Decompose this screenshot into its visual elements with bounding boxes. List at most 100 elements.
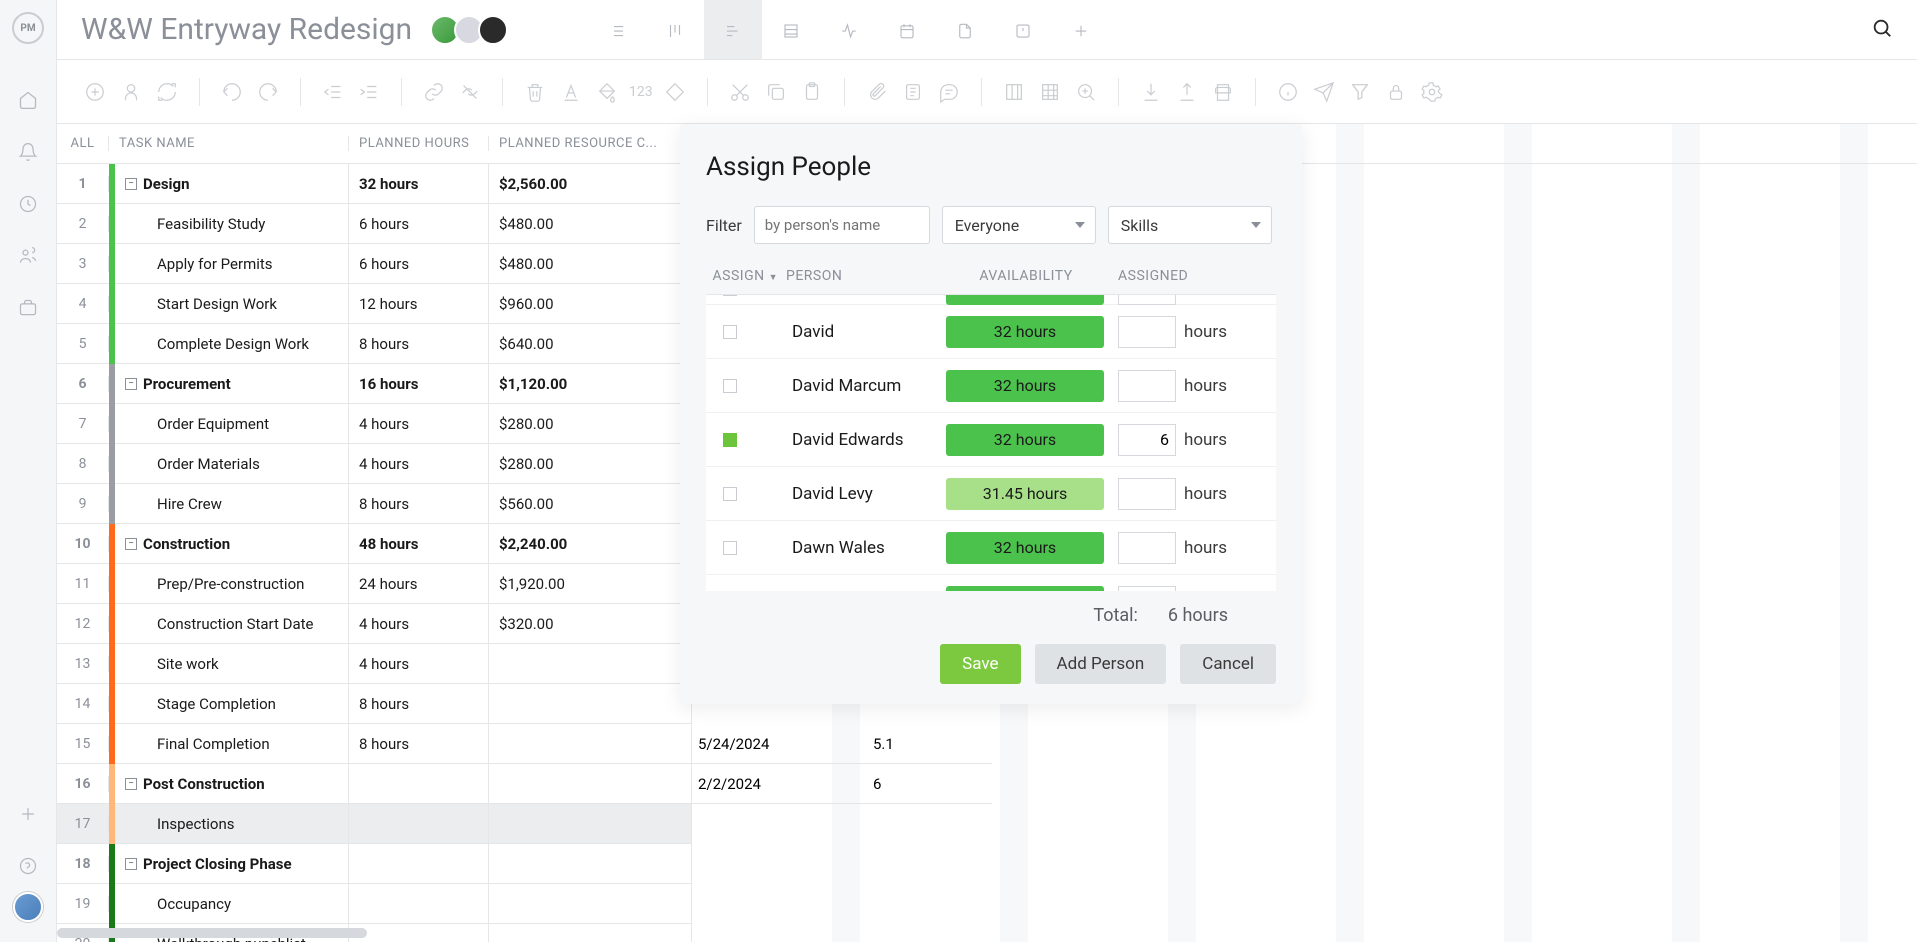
hours-input[interactable] [1118,532,1176,564]
assign-checkbox[interactable] [710,541,750,555]
hours-cell[interactable]: 6 hours [349,244,489,283]
text-color-icon[interactable] [557,78,585,106]
task-name-cell[interactable]: Start Design Work [115,284,349,323]
table-row[interactable]: 1 − Design 32 hours $2,560.00 [57,164,691,204]
filter-icon[interactable] [1346,78,1374,106]
export-icon[interactable] [1173,78,1201,106]
board-view-tab[interactable] [646,0,704,59]
table-row[interactable]: 15 Final Completion 8 hours [57,724,691,764]
diamond-icon[interactable] [661,78,689,106]
task-name-cell[interactable]: Site work [115,644,349,683]
hours-cell[interactable] [349,924,489,942]
assign-checkbox[interactable] [710,433,750,447]
table-row[interactable]: 17 Inspections [57,804,691,844]
hours-cell[interactable] [349,844,489,883]
hours-cell[interactable]: 8 hours [349,724,489,763]
person-row[interactable]: David 32 hours hours [706,305,1276,359]
send-icon[interactable] [1310,78,1338,106]
print-icon[interactable] [1209,78,1237,106]
collapse-icon[interactable]: − [125,778,137,790]
cost-cell[interactable]: $560.00 [489,495,691,513]
columns-icon[interactable] [1000,78,1028,106]
cost-cell[interactable]: $280.00 [489,415,691,433]
copy-icon[interactable] [762,78,790,106]
table-row[interactable]: 14 Stage Completion 8 hours [57,684,691,724]
table-row[interactable]: 6 − Procurement 16 hours $1,120.00 [57,364,691,404]
table-row[interactable]: 3 Apply for Permits 6 hours $480.00 [57,244,691,284]
undo-icon[interactable] [218,78,246,106]
col-person[interactable]: PERSON [786,268,944,284]
list-view-tab[interactable] [588,0,646,59]
horizontal-scrollbar[interactable] [57,928,367,938]
collapse-icon[interactable]: − [125,858,137,870]
collapse-icon[interactable]: − [125,178,137,190]
hours-cell[interactable]: 4 hours [349,404,489,443]
task-name-cell[interactable]: Apply for Permits [115,244,349,283]
assign-checkbox[interactable] [710,379,750,393]
hours-cell[interactable]: 16 hours [349,364,489,403]
filter-input[interactable] [754,206,930,244]
lock-icon[interactable] [1382,78,1410,106]
hours-input[interactable] [1118,586,1176,592]
grid-icon[interactable] [1036,78,1064,106]
table-row[interactable]: 7 Order Equipment 4 hours $280.00 [57,404,691,444]
hours-cell[interactable] [349,884,489,923]
hours-input[interactable] [1118,478,1176,510]
skills-select[interactable]: Skills [1108,206,1272,244]
add-person-button[interactable]: Add Person [1035,644,1167,684]
task-name-cell[interactable]: − Post Construction [115,764,349,803]
plus-icon[interactable] [16,802,40,826]
table-row[interactable]: 16 − Post Construction [57,764,691,804]
gantt-view-tab[interactable] [704,0,762,59]
table-row[interactable]: 9 Hire Crew 8 hours $560.00 [57,484,691,524]
col-availability[interactable]: AVAILABILITY [944,268,1108,284]
cost-cell[interactable]: $480.00 [489,215,691,233]
import-icon[interactable] [1137,78,1165,106]
task-name-cell[interactable]: − Project Closing Phase [115,844,349,883]
table-row[interactable]: 4 Start Design Work 12 hours $960.00 [57,284,691,324]
note-icon[interactable] [899,78,927,106]
col-assigned[interactable]: ASSIGNED [1108,268,1276,284]
assign-checkbox[interactable] [710,294,750,296]
sheet-view-tab[interactable] [762,0,820,59]
comment-icon[interactable] [935,78,963,106]
task-name-cell[interactable]: Construction Start Date [115,604,349,643]
cost-cell[interactable]: $640.00 [489,335,691,353]
table-row[interactable]: 5 Complete Design Work 8 hours $640.00 [57,324,691,364]
hours-cell[interactable]: 6 hours [349,204,489,243]
table-row[interactable]: 2 Feasibility Study 6 hours $480.00 [57,204,691,244]
hours-cell[interactable]: 24 hours [349,564,489,603]
table-row[interactable]: 10 − Construction 48 hours $2,240.00 [57,524,691,564]
table-row[interactable]: 12 Construction Start Date 4 hours $320.… [57,604,691,644]
indent-icon[interactable] [355,78,383,106]
task-name-cell[interactable]: − Design [115,164,349,203]
cut-icon[interactable] [726,78,754,106]
hours-cell[interactable]: 4 hours [349,604,489,643]
fill-icon[interactable] [593,78,621,106]
col-task[interactable]: TASK NAME [109,136,349,151]
link-icon[interactable] [420,78,448,106]
hours-cell[interactable]: 4 hours [349,444,489,483]
table-row[interactable]: 18 − Project Closing Phase [57,844,691,884]
avatar[interactable] [478,15,508,45]
hours-input[interactable] [1118,316,1176,348]
help-icon[interactable] [16,854,40,878]
calendar-view-tab[interactable] [878,0,936,59]
bell-icon[interactable] [16,140,40,164]
add-view-tab[interactable] [1052,0,1110,59]
zoom-icon[interactable] [1072,78,1100,106]
person-row[interactable]: David Marcum 32 hours hours [706,359,1276,413]
hours-input[interactable] [1118,424,1176,456]
cancel-button[interactable]: Cancel [1180,644,1276,684]
file-view-tab[interactable] [936,0,994,59]
paste-icon[interactable] [798,78,826,106]
person-row[interactable]: David Levy 31.45 hours hours [706,467,1276,521]
clock-icon[interactable] [16,192,40,216]
task-name-cell[interactable]: Inspections [115,804,349,843]
table-row[interactable]: 13 Site work 4 hours [57,644,691,684]
table-row[interactable]: 2/2/20246 [692,764,992,804]
scope-select[interactable]: Everyone [942,206,1096,244]
person-row[interactable]: David Edwards 32 hours hours [706,413,1276,467]
cost-cell[interactable]: $1,120.00 [489,375,691,393]
cost-cell[interactable]: $480.00 [489,255,691,273]
